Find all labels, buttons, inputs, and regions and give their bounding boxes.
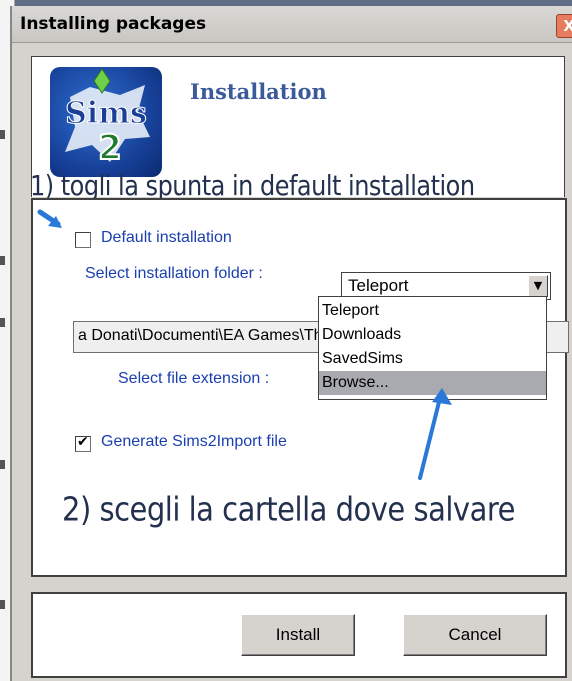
annotation-arrows <box>37 209 452 480</box>
blue-arrow-icon <box>37 209 62 228</box>
long-blue-arrow-icon <box>418 388 452 480</box>
